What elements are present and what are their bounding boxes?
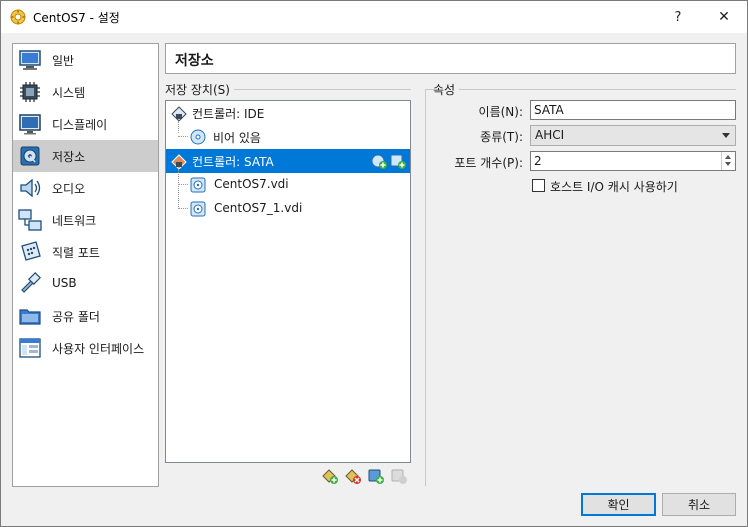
attributes-group-divider: [425, 89, 736, 90]
sidebar-item-label: 저장소: [52, 150, 86, 164]
general-icon: [19, 50, 41, 70]
ok-button[interactable]: 확인: [581, 493, 656, 516]
attributes-group-border: [425, 89, 426, 486]
sidebar-item-system[interactable]: 시스템: [13, 76, 158, 108]
hard-disk-icon: [190, 201, 206, 217]
storage-icon: [20, 146, 40, 166]
spin-buttons[interactable]: [721, 152, 735, 170]
controller-icon: [171, 154, 187, 169]
sidebar-item-label: 일반: [52, 54, 75, 68]
sidebar-item-label: 사용자 인터페이스: [52, 342, 145, 356]
system-icon: [20, 82, 40, 102]
tree-item-controller-sata[interactable]: 컨트롤러: SATA: [166, 149, 410, 173]
sidebar-item-usb[interactable]: USB: [13, 268, 158, 300]
host-io-cache-checkbox[interactable]: [532, 179, 545, 192]
virtualbox-icon: [10, 9, 26, 25]
tree-item-label: CentOS7_1.vdi: [214, 201, 303, 215]
tree-item-controller-ide[interactable]: 컨트롤러: IDE: [166, 101, 410, 125]
sidebar-item-label: 디스플레이: [52, 118, 108, 132]
network-icon: [18, 209, 42, 231]
remove-attachment-icon[interactable]: [391, 468, 407, 484]
tree-item-label: 비어 있음: [213, 131, 261, 145]
page-title: 저장소: [175, 53, 214, 69]
sidebar-item-network[interactable]: 네트워크: [13, 204, 158, 236]
settings-sidebar: 일반 시스템 디스플레이 저장소 오디오 네트워크 직렬 포트 USB 공유 폴…: [12, 43, 159, 487]
sidebar-item-label: 시스템: [52, 86, 86, 100]
type-select[interactable]: AHCI: [530, 125, 736, 146]
add-optical-drive-icon[interactable]: [371, 153, 387, 169]
usb-icon: [21, 272, 42, 293]
tree-item-label: 컨트롤러: IDE: [192, 107, 265, 121]
optical-disc-icon: [190, 129, 206, 145]
host-io-cache-label: 호스트 I/O 캐시 사용하기: [550, 180, 678, 194]
sidebar-item-label: 직렬 포트: [52, 246, 100, 260]
storage-devices-label: 저장 장치(S): [165, 81, 234, 98]
chevron-down-icon: [722, 133, 730, 138]
tree-item-label: 컨트롤러: SATA: [192, 155, 274, 169]
tree-item-disk-centos7-1[interactable]: CentOS7_1.vdi: [166, 197, 410, 221]
help-button[interactable]: ?: [655, 1, 701, 33]
sidebar-item-shared-folder[interactable]: 공유 폴더: [13, 300, 158, 332]
sidebar-item-display[interactable]: 디스플레이: [13, 108, 158, 140]
spin-up-icon[interactable]: [725, 155, 731, 159]
hard-disk-icon: [190, 177, 206, 193]
port-count-label: 포트 개수(P):: [454, 156, 523, 170]
sidebar-item-label: USB: [52, 276, 77, 290]
sidebar-item-storage[interactable]: 저장소: [13, 140, 158, 172]
tree-item-label: CentOS7.vdi: [214, 177, 289, 191]
shared-folder-icon: [19, 309, 41, 325]
sidebar-item-general[interactable]: 일반: [13, 44, 158, 76]
add-attachment-icon[interactable]: [368, 468, 384, 484]
remove-controller-icon[interactable]: [345, 468, 361, 484]
close-button[interactable]: ✕: [701, 1, 747, 33]
type-label: 종류(T):: [480, 130, 523, 144]
tree-item-disk-centos7[interactable]: CentOS7.vdi: [166, 173, 410, 197]
storage-tree[interactable]: 컨트롤러: IDE 비어 있음 컨트롤러: SATA CentOS7.vdi C…: [165, 100, 411, 463]
audio-icon: [20, 178, 41, 198]
display-icon: [19, 114, 41, 135]
cancel-button[interactable]: 취소: [662, 493, 736, 516]
controller-icon: [171, 106, 187, 121]
tree-item-optical-empty[interactable]: 비어 있음: [166, 125, 410, 149]
add-controller-icon[interactable]: [322, 468, 338, 484]
sidebar-item-label: 네트워크: [52, 214, 97, 228]
type-select-value: AHCI: [535, 128, 565, 142]
attributes-label: 속성: [433, 81, 460, 98]
user-interface-icon: [19, 338, 41, 358]
sidebar-item-label: 오디오: [52, 182, 86, 196]
port-count-value: 2: [534, 154, 542, 168]
spin-down-icon[interactable]: [725, 162, 731, 166]
page-title-bar: 저장소: [165, 43, 736, 74]
name-field[interactable]: SATA: [530, 100, 736, 120]
serial-port-icon: [21, 241, 41, 261]
sidebar-item-user-interface[interactable]: 사용자 인터페이스: [13, 332, 158, 364]
sidebar-item-serial-port[interactable]: 직렬 포트: [13, 236, 158, 268]
port-count-spinbox[interactable]: 2: [530, 151, 736, 171]
sidebar-item-audio[interactable]: 오디오: [13, 172, 158, 204]
add-hard-disk-icon[interactable]: [390, 153, 406, 169]
settings-window: CentOS7 - 설정 ? ✕ 일반 시스템 디스플레이 저장소 오디오 네트…: [0, 0, 748, 527]
name-label: 이름(N):: [478, 105, 523, 119]
title-bar: CentOS7 - 설정 ? ✕: [1, 1, 747, 33]
window-title: CentOS7 - 설정: [33, 11, 120, 25]
sidebar-item-label: 공유 폴더: [52, 310, 100, 324]
